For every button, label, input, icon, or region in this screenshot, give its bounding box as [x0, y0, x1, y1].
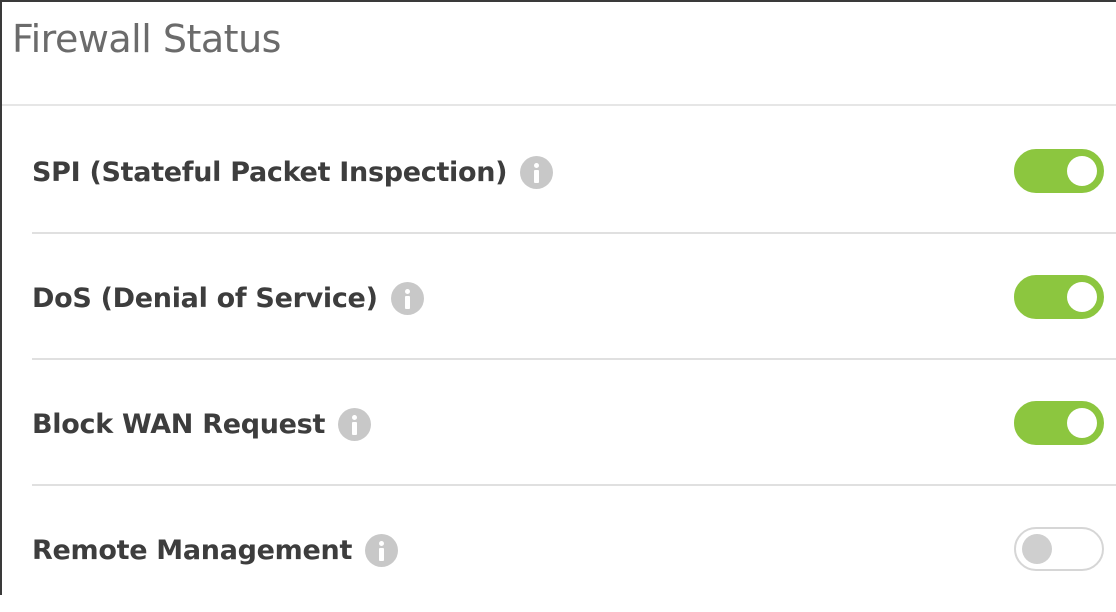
- toggle-block-wan[interactable]: [1014, 401, 1104, 445]
- firewall-status-panel: Firewall Status SPI (Stateful Packet Ins…: [0, 0, 1116, 595]
- toggle-dos[interactable]: [1014, 275, 1104, 319]
- row-divider: [32, 358, 1116, 360]
- row-divider: [32, 232, 1116, 234]
- setting-row-spi: SPI (Stateful Packet Inspection): [32, 110, 1116, 234]
- toggle-knob: [1067, 156, 1097, 186]
- setting-label-group: SPI (Stateful Packet Inspection): [32, 110, 554, 234]
- setting-label-spi: SPI (Stateful Packet Inspection): [32, 156, 508, 188]
- setting-label-group: DoS (Denial of Service): [32, 236, 424, 360]
- setting-row-block-wan: Block WAN Request: [32, 362, 1116, 486]
- setting-label-block-wan: Block WAN Request: [32, 408, 326, 440]
- setting-label-group: Block WAN Request: [32, 362, 372, 486]
- panel-header: Firewall Status: [2, 2, 1116, 106]
- toggle-spi[interactable]: [1014, 149, 1104, 193]
- toggle-knob: [1067, 282, 1097, 312]
- setting-label-group: Remote Management: [32, 488, 399, 612]
- toggle-knob: [1022, 534, 1052, 564]
- setting-label-remote-management: Remote Management: [32, 534, 353, 566]
- setting-row-dos: DoS (Denial of Service): [32, 236, 1116, 360]
- panel-title: Firewall Status: [12, 17, 281, 61]
- info-icon[interactable]: [365, 533, 399, 567]
- info-icon[interactable]: [520, 155, 554, 189]
- info-icon[interactable]: [338, 407, 372, 441]
- setting-row-remote-management: Remote Management: [32, 488, 1116, 612]
- toggle-remote-management[interactable]: [1014, 527, 1104, 571]
- row-divider: [32, 484, 1116, 486]
- toggle-knob: [1067, 408, 1097, 438]
- setting-label-dos: DoS (Denial of Service): [32, 282, 378, 314]
- info-icon[interactable]: [390, 281, 424, 315]
